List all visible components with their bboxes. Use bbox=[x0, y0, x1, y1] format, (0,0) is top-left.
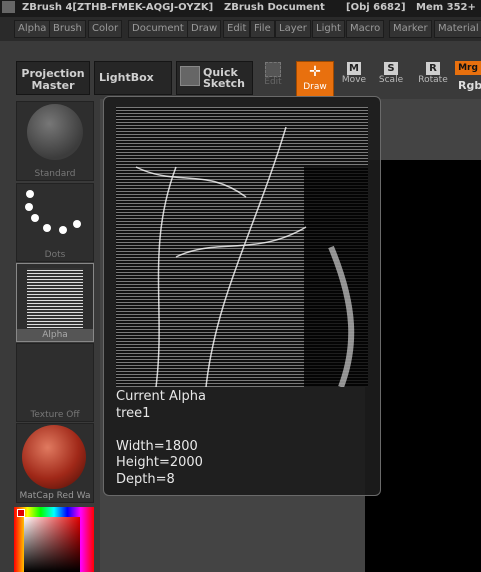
standard-brush-icon bbox=[27, 104, 83, 160]
rotate-icon: R bbox=[426, 62, 440, 75]
move-icon: M bbox=[347, 62, 361, 75]
alpha-thumbnail[interactable]: Alpha bbox=[16, 263, 94, 342]
alpha-name: tree1 bbox=[116, 406, 151, 421]
dots-stroke-icon bbox=[25, 190, 81, 234]
move-tool[interactable]: M Move bbox=[337, 62, 371, 94]
texture-thumbnail[interactable]: Texture Off bbox=[16, 343, 94, 422]
alpha-preview-image bbox=[116, 107, 368, 387]
brush-standard-thumbnail[interactable]: Standard bbox=[16, 101, 94, 181]
menu-file[interactable]: File bbox=[250, 20, 275, 38]
menu-draw[interactable]: Draw bbox=[187, 20, 222, 38]
memory-readout: Mem 352+ bbox=[416, 2, 476, 13]
lightbox-button[interactable]: LightBox bbox=[94, 61, 172, 95]
alpha-label: Alpha bbox=[17, 329, 93, 341]
zbrush-logo-icon bbox=[2, 1, 15, 13]
menu-bar: Alpha Brush Color Document Draw Edit Fil… bbox=[0, 17, 481, 41]
rgb-button[interactable]: Rgb bbox=[458, 79, 481, 92]
menu-marker[interactable]: Marker bbox=[389, 20, 432, 38]
color-picker[interactable] bbox=[14, 507, 94, 572]
rotate-label: Rotate bbox=[418, 75, 448, 85]
rotate-tool[interactable]: R Rotate bbox=[416, 62, 450, 94]
menu-brush[interactable]: Brush bbox=[49, 20, 86, 38]
alpha-tree-icon bbox=[27, 268, 83, 328]
menu-macro[interactable]: Macro bbox=[346, 20, 385, 38]
dots-label: Dots bbox=[44, 250, 66, 260]
stroke-dots-thumbnail[interactable]: Dots bbox=[16, 183, 94, 262]
menu-edit[interactable]: Edit bbox=[223, 20, 251, 38]
color-swatch bbox=[17, 509, 25, 517]
move-label: Move bbox=[341, 75, 367, 85]
tooltip-heading: Current Alpha bbox=[116, 389, 206, 404]
document-canvas[interactable] bbox=[365, 160, 481, 572]
edit-label: Edit bbox=[264, 77, 282, 87]
alpha-depth: Depth=8 bbox=[116, 472, 175, 487]
document-title: ZBrush Document bbox=[224, 2, 325, 13]
alpha-tooltip: Current Alpha tree1 Width=1800 Height=20… bbox=[103, 96, 381, 496]
menu-document[interactable]: Document bbox=[128, 20, 188, 38]
object-count: [Obj 6682] bbox=[346, 2, 406, 13]
tree-alpha-image bbox=[116, 107, 368, 387]
menu-alpha[interactable]: Alpha bbox=[14, 20, 51, 38]
scale-label: Scale bbox=[378, 75, 404, 85]
matcap-sphere-icon bbox=[22, 425, 86, 489]
menu-material[interactable]: Material bbox=[434, 20, 481, 38]
menu-light[interactable]: Light bbox=[312, 20, 345, 38]
quick-sketch-icon bbox=[180, 66, 200, 86]
title-bar: ZBrush 4[ZTHB-FMEK-AQGJ-OYZK] ZBrush Doc… bbox=[0, 0, 481, 17]
texture-label: Texture Off bbox=[30, 410, 80, 420]
scale-icon: S bbox=[384, 62, 398, 75]
app-title: ZBrush 4[ZTHB-FMEK-AQGJ-OYZK] bbox=[22, 2, 214, 13]
color-saturation-field[interactable] bbox=[24, 517, 80, 572]
projection-master-button[interactable]: Projection Master bbox=[16, 61, 90, 95]
draw-crosshair-icon: ✛ bbox=[309, 64, 321, 80]
standard-label: Standard bbox=[34, 169, 76, 179]
scale-tool[interactable]: S Scale bbox=[374, 62, 408, 94]
edit-icon bbox=[265, 62, 281, 77]
alpha-height: Height=2000 bbox=[116, 455, 203, 470]
mrg-button[interactable]: Mrg bbox=[455, 61, 481, 75]
edit-tool[interactable]: Edit bbox=[256, 62, 290, 94]
material-thumbnail[interactable]: MatCap Red Wa bbox=[16, 423, 94, 503]
menu-layer[interactable]: Layer bbox=[275, 20, 311, 38]
draw-tool[interactable]: ✛ Draw bbox=[296, 61, 334, 97]
alpha-width: Width=1800 bbox=[116, 439, 198, 454]
menu-color[interactable]: Color bbox=[88, 20, 123, 38]
draw-label: Draw bbox=[303, 82, 327, 92]
matcap-label: MatCap Red Wa bbox=[19, 491, 91, 501]
